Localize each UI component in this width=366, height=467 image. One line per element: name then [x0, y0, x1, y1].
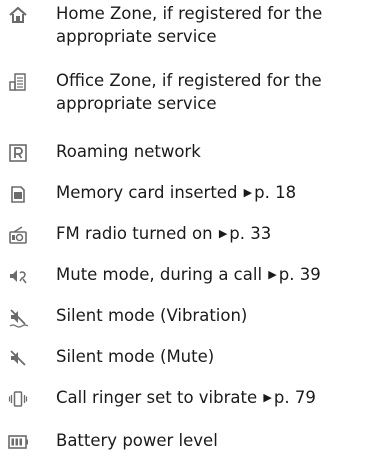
page-reference: p. 79 — [273, 388, 316, 407]
mute-call-icon — [7, 265, 29, 287]
page-reference: p. 33 — [229, 224, 272, 243]
memory-card-icon — [7, 183, 29, 205]
fm-radio-text: FM radio turned on ▶ p. 33 — [56, 222, 271, 247]
silent-vibration-text: Silent mode (Vibration) — [56, 306, 248, 325]
home-zone-icon — [7, 4, 29, 26]
battery-icon — [7, 431, 29, 453]
vibrate-ringer-text: Call ringer set to vibrate ▶ p. 79 — [56, 386, 316, 411]
office-zone-icon — [7, 71, 29, 93]
memory-card-text: Memory card inserted ▶ p. 18 — [56, 181, 296, 206]
arrow-right-icon: ▶ — [268, 268, 277, 281]
mute-call-label: Mute mode, during a call — [56, 265, 263, 284]
arrow-right-icon: ▶ — [243, 186, 253, 199]
memory-card-label: Memory card inserted — [56, 183, 238, 202]
roaming-icon — [7, 142, 29, 164]
arrow-right-icon: ▶ — [218, 227, 228, 240]
roaming-text: Roaming network — [56, 142, 201, 161]
fm-radio-icon — [7, 224, 29, 246]
battery-text: Battery power level — [56, 431, 218, 450]
home-zone-text-1: Home Zone, if registered for the — [56, 4, 323, 23]
mute-call-text: Mute mode, during a call ▶ p. 39 — [56, 263, 321, 288]
vibrate-ringer-label: Call ringer set to vibrate — [56, 388, 258, 407]
arrow-right-icon: ▶ — [263, 391, 272, 404]
page-reference: p. 39 — [278, 265, 321, 284]
fm-radio-label: FM radio turned on — [56, 224, 213, 243]
silent-vibration-icon — [7, 306, 29, 328]
silent-mute-text: Silent mode (Mute) — [56, 347, 215, 366]
vibrate-ringer-icon — [7, 388, 29, 410]
silent-mute-icon — [7, 347, 29, 369]
home-zone-text-2: appropriate service — [56, 27, 217, 46]
office-zone-text-1: Office Zone, if registered for the — [56, 71, 322, 90]
page-reference: p. 18 — [254, 183, 297, 202]
office-zone-text-2: appropriate service — [56, 94, 217, 113]
